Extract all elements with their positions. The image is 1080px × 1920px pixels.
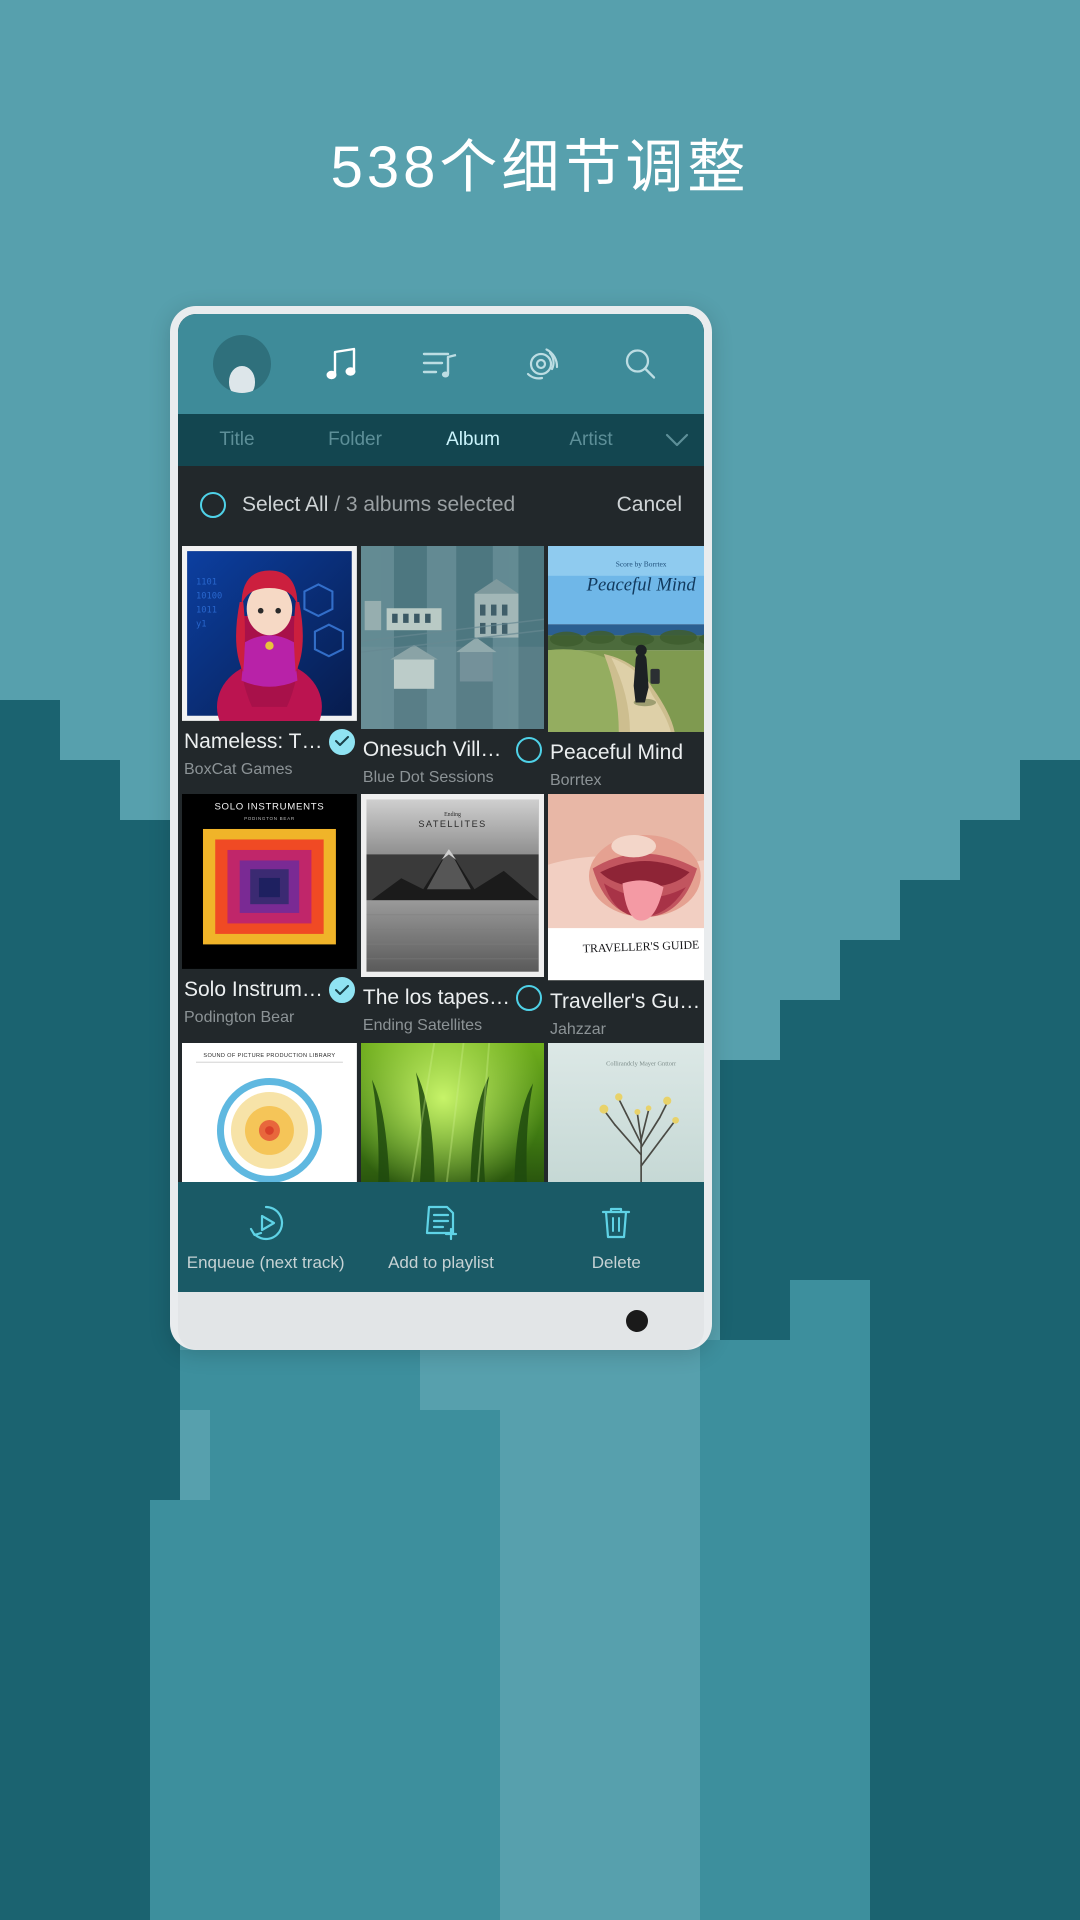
album-art-nameless[interactable]: 1101 10100 1011 y1 xyxy=(182,546,357,721)
enqueue-button[interactable]: Enqueue (next track) xyxy=(178,1203,353,1273)
album-grid: 1101 10100 1011 y1 Nameless: T… BoxCat G… xyxy=(178,544,704,1229)
check-icon xyxy=(334,736,349,747)
svg-text:Peaceful Mind: Peaceful Mind xyxy=(586,575,697,596)
library-tab-bar: Title Folder Album Artist xyxy=(178,414,704,466)
music-note-icon xyxy=(326,347,356,380)
enqueue-label: Enqueue (next track) xyxy=(186,1253,345,1272)
album-artist: Borrtex xyxy=(549,772,602,790)
album-cell[interactable]: SOLO INSTRUMENTS PODINGTON BEAR Solo Ins… xyxy=(182,794,357,1038)
nav-item-music[interactable] xyxy=(310,333,372,395)
album-art-solo[interactable]: SOLO INSTRUMENTS PODINGTON BEAR xyxy=(182,794,357,970)
album-art-onesuch[interactable] xyxy=(360,546,544,730)
album-checkbox[interactable] xyxy=(515,985,542,1012)
album-artist: Jahzzar xyxy=(549,1020,606,1038)
album-cell[interactable]: Onesuch Vill… Blue Dot Sessions xyxy=(360,546,544,790)
selection-separator: / xyxy=(334,493,341,516)
delete-button[interactable]: Delete xyxy=(529,1203,704,1273)
svg-text:y1: y1 xyxy=(196,619,207,629)
phone-mockup: Title Folder Album Artist Select All / 3… xyxy=(170,306,712,1350)
search-icon xyxy=(626,349,656,379)
home-button[interactable] xyxy=(626,1310,648,1332)
svg-text:PODINGTON BEAR: PODINGTON BEAR xyxy=(244,816,295,821)
chevron-down-icon xyxy=(665,433,689,447)
album-title: Onesuch Vill… xyxy=(362,738,502,762)
album-artist: Podington Bear xyxy=(184,1009,295,1027)
tab-folder[interactable]: Folder xyxy=(296,429,414,451)
playlist-music-icon xyxy=(422,352,457,378)
nav-item-profile[interactable] xyxy=(211,333,273,1294)
nav-item-search[interactable] xyxy=(609,333,671,395)
album-title: The los tapes… xyxy=(362,986,510,1010)
phone-chin xyxy=(178,1292,704,1350)
trash-icon xyxy=(602,1207,631,1239)
svg-text:10100: 10100 xyxy=(196,591,222,601)
album-title: Solo Instrum… xyxy=(184,978,323,1002)
svg-text:Collirandcly Mayer Gnttorr: Collirandcly Mayer Gnttorr xyxy=(606,1060,677,1067)
album-art-peaceful[interactable]: Score by Borrtex Peaceful Mind xyxy=(547,546,704,733)
tab-album[interactable]: Album xyxy=(414,429,532,451)
album-title: Traveller's Gu… xyxy=(549,989,701,1013)
svg-text:SOLO INSTRUMENTS: SOLO INSTRUMENTS xyxy=(214,802,324,813)
album-cell[interactable]: TRAVELLER'S GUIDE Traveller's Gu… Jahzza… xyxy=(547,794,704,1038)
album-checkbox[interactable] xyxy=(515,737,542,764)
album-art-lostapes[interactable]: Ending SATELLITES xyxy=(360,794,544,978)
selection-action-bar: Select All / 3 albums selected Cancel xyxy=(178,466,704,544)
svg-text:SOUND OF PICTURE PRODUCTION LI: SOUND OF PICTURE PRODUCTION LIBRARY xyxy=(203,1053,335,1059)
svg-text:Ending: Ending xyxy=(444,812,461,818)
tab-artist[interactable]: Artist xyxy=(532,429,650,451)
selection-status-text: Select All / 3 albums selected xyxy=(242,493,617,517)
album-artist: Blue Dot Sessions xyxy=(362,769,494,787)
phone-screen: Title Folder Album Artist Select All / 3… xyxy=(178,314,704,1294)
page-title: 538个细节调整 xyxy=(330,135,750,200)
album-checkbox[interactable] xyxy=(328,977,355,1004)
album-title: Nameless: T… xyxy=(184,729,323,753)
svg-text:1101: 1101 xyxy=(196,577,217,587)
select-all-label[interactable]: Select All xyxy=(242,493,328,516)
album-cell[interactable]: Ending SATELLITES The los tapes… Ending … xyxy=(360,794,544,1038)
svg-text:1011: 1011 xyxy=(196,605,217,615)
app-top-navigation xyxy=(178,314,704,1294)
album-art-traveller[interactable]: TRAVELLER'S GUIDE xyxy=(547,794,704,981)
album-checkbox[interactable] xyxy=(328,728,355,755)
album-artist: Ending Satellites xyxy=(362,1017,483,1035)
radio-waves-icon xyxy=(526,348,558,380)
album-title: Peaceful Mind xyxy=(549,741,684,765)
nav-item-radio[interactable] xyxy=(510,333,572,395)
art-subtitle: Score by Borrtex xyxy=(616,559,667,568)
check-icon xyxy=(334,984,349,995)
svg-text:SATELLITES: SATELLITES xyxy=(418,819,486,829)
album-cell[interactable]: Score by Borrtex Peaceful Mind Peaceful … xyxy=(547,546,704,790)
select-all-checkbox[interactable] xyxy=(200,492,226,518)
selection-count-label: 3 albums selected xyxy=(345,493,516,516)
cancel-button[interactable]: Cancel xyxy=(617,493,682,517)
add-to-playlist-label: Add to playlist xyxy=(388,1253,494,1272)
user-avatar-icon xyxy=(212,335,271,1294)
play-queue-icon xyxy=(249,1205,283,1241)
nav-item-playlist[interactable] xyxy=(410,333,472,395)
tab-title[interactable]: Title xyxy=(178,429,296,451)
album-artist: BoxCat Games xyxy=(184,760,293,778)
tab-overflow-button[interactable] xyxy=(650,432,704,448)
delete-label: Delete xyxy=(591,1253,641,1272)
add-to-playlist-button[interactable]: Add to playlist xyxy=(353,1203,528,1273)
album-cell[interactable]: 1101 10100 1011 y1 Nameless: T… BoxCat G… xyxy=(182,546,357,790)
add-to-playlist-icon xyxy=(425,1205,458,1241)
bottom-action-bar: Enqueue (next track) Add to playlist Del… xyxy=(178,1182,704,1294)
